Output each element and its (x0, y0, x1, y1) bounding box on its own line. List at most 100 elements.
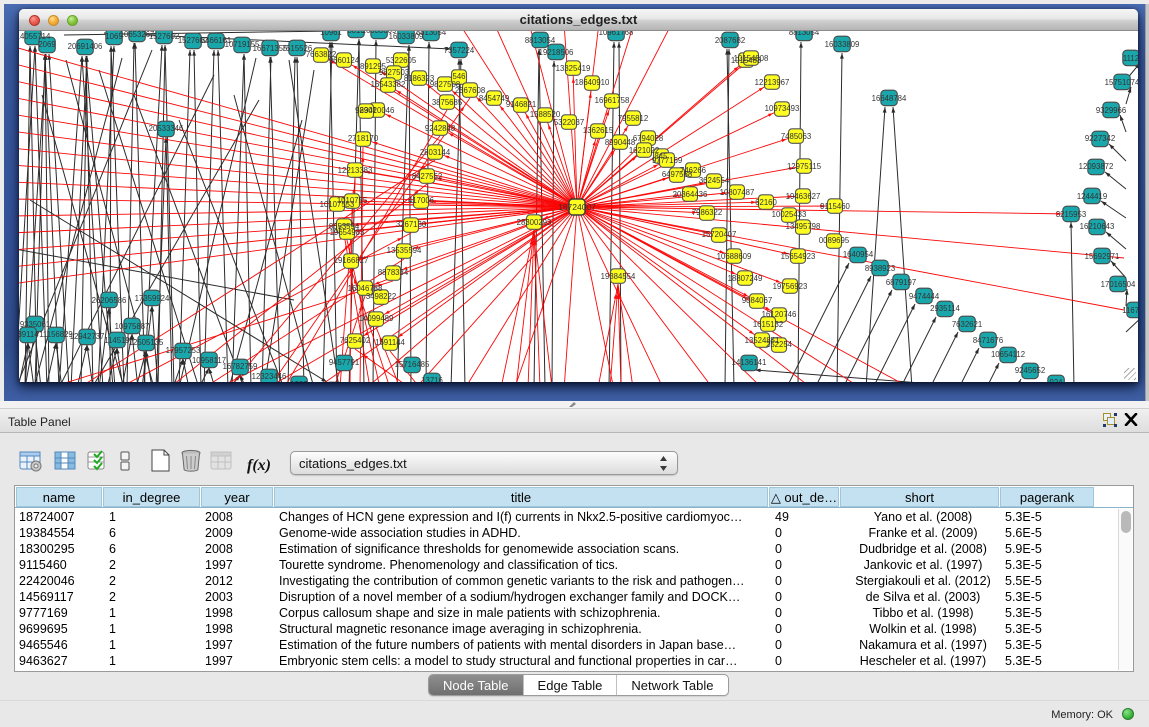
svg-text:13325419: 13325419 (556, 64, 591, 73)
svg-text:39114: 39114 (19, 330, 39, 339)
svg-text:12213383: 12213383 (338, 166, 373, 175)
svg-text:0089695: 0089695 (819, 236, 850, 245)
svg-text:7632621: 7632621 (952, 320, 982, 329)
svg-text:12942737: 12942737 (70, 332, 105, 341)
svg-text:13716: 13716 (421, 376, 443, 382)
svg-text:10975887: 10975887 (115, 322, 150, 331)
svg-text:19166827: 19166827 (334, 256, 369, 265)
svg-text:20691406: 20691406 (68, 42, 103, 51)
svg-text:19218506: 19218506 (539, 48, 574, 57)
svg-text:9245652: 9245652 (1015, 366, 1045, 375)
svg-text:17359924: 17359924 (135, 294, 170, 303)
svg-text:19654983: 19654983 (330, 228, 365, 237)
svg-text:26206586: 26206586 (92, 296, 127, 305)
svg-text:924: 924 (1049, 378, 1063, 382)
svg-text:14099489: 14099489 (359, 314, 394, 323)
svg-text:10958117: 10958117 (192, 356, 226, 365)
svg-text:2087682: 2087682 (715, 36, 745, 45)
svg-text:10973493: 10973493 (765, 104, 800, 113)
svg-text:5322037: 5322037 (554, 118, 584, 127)
svg-text:9242848: 9242848 (425, 124, 455, 133)
svg-text:252254: 252254 (766, 340, 793, 349)
svg-text:19384554: 19384554 (601, 272, 636, 281)
svg-text:7955812: 7955812 (618, 114, 648, 123)
svg-text:417006: 417006 (408, 196, 434, 205)
svg-text:1615132: 1615132 (753, 320, 783, 329)
svg-text:18807249: 18807249 (728, 274, 763, 283)
svg-text:17957253: 17957253 (166, 346, 201, 355)
svg-text:9329966: 9329966 (1096, 106, 1126, 115)
svg-text:98901: 98901 (355, 106, 377, 115)
svg-text:18724007: 18724007 (558, 202, 596, 212)
svg-text:7485063: 7485063 (781, 132, 811, 141)
svg-text:20364436: 20364436 (673, 190, 708, 199)
svg-text:62160: 62160 (755, 198, 777, 207)
svg-text:116753: 116753 (1122, 306, 1138, 315)
svg-text:2935114: 2935114 (930, 304, 960, 313)
svg-text:8813054: 8813054 (416, 31, 447, 37)
svg-text:1527602: 1527602 (149, 32, 179, 41)
svg-text:8454749: 8454749 (479, 94, 509, 103)
svg-text:15716485: 15716485 (395, 360, 430, 369)
svg-text:16210643: 16210643 (1080, 222, 1115, 231)
svg-text:1232: 1232 (290, 380, 307, 382)
svg-text:12213967: 12213967 (755, 78, 790, 87)
svg-text:16033809: 16033809 (825, 40, 860, 49)
svg-text:9457791: 9457791 (329, 358, 359, 367)
svg-text:9660124: 9660124 (329, 56, 360, 65)
svg-text:10154808: 10154808 (734, 54, 769, 63)
svg-text:12975115: 12975115 (787, 162, 822, 171)
svg-text:12323446: 12323446 (252, 372, 287, 381)
svg-text:12093872: 12093872 (1079, 162, 1114, 171)
svg-text:19463627: 19463627 (786, 192, 821, 201)
svg-text:13535594: 13535594 (387, 246, 422, 255)
svg-text:16648784: 16648784 (872, 94, 907, 103)
svg-text:1244419: 1244419 (1077, 192, 1107, 201)
svg-text:3875685: 3875685 (432, 98, 463, 107)
svg-text:2803144: 2803144 (420, 148, 451, 157)
svg-text:546: 546 (452, 72, 465, 81)
svg-text:20533346: 20533346 (149, 124, 184, 133)
svg-text:16961758: 16961758 (595, 96, 630, 105)
svg-text:1112: 1112 (1123, 54, 1138, 63)
svg-text:8878334: 8878334 (378, 268, 409, 277)
svg-text:8938923: 8938923 (865, 264, 895, 273)
svg-text:16543382: 16543382 (371, 80, 406, 89)
svg-text:14136141: 14136141 (732, 358, 767, 367)
svg-text:16120746: 16120746 (762, 310, 797, 319)
svg-text:8471676: 8471676 (973, 336, 1003, 345)
svg-text:7357224: 7357224 (444, 46, 475, 55)
svg-text:13495798: 13495798 (786, 222, 821, 231)
svg-text:1640954: 1640954 (843, 250, 874, 259)
svg-text:12505135: 12505135 (129, 338, 164, 347)
svg-text:114519: 114519 (104, 336, 129, 345)
svg-text:15654923: 15654923 (781, 252, 816, 261)
svg-text:6794028: 6794028 (633, 134, 663, 143)
svg-text:10961768: 10961768 (599, 31, 634, 37)
svg-text:6497568: 6497568 (662, 170, 692, 179)
svg-text:15720407: 15720407 (702, 230, 737, 239)
svg-text:f(x): f(x) (247, 457, 271, 474)
svg-text:8813054: 8813054 (789, 31, 820, 37)
svg-text:5322605: 5322605 (386, 56, 417, 65)
svg-text:3498222: 3498222 (366, 292, 396, 301)
svg-text:28300293: 28300293 (517, 218, 552, 227)
svg-text:2718170: 2718170 (348, 134, 379, 143)
svg-text:15692971: 15692971 (1085, 252, 1120, 261)
svg-text:3215953: 3215953 (1056, 210, 1086, 219)
svg-text:9335061: 9335061 (20, 320, 50, 329)
svg-text:16782759: 16782759 (223, 362, 258, 371)
svg-text:10025433: 10025433 (772, 210, 807, 219)
svg-text:17016504: 17016504 (1101, 280, 1136, 289)
svg-text:10961: 10961 (320, 31, 342, 37)
svg-text:10807487: 10807487 (720, 188, 755, 197)
svg-text:10688609: 10688609 (717, 252, 752, 261)
svg-text:10107553: 10107553 (320, 200, 355, 209)
svg-text:3267130: 3267130 (396, 220, 427, 229)
svg-text:6879197: 6879197 (886, 278, 916, 287)
svg-text:9474444: 9474444 (909, 292, 940, 301)
svg-text:2069: 2069 (38, 40, 55, 49)
svg-text:7986322: 7986322 (692, 208, 722, 217)
svg-text:7625402: 7625402 (340, 336, 370, 345)
svg-text:19756923: 19756923 (773, 282, 808, 291)
